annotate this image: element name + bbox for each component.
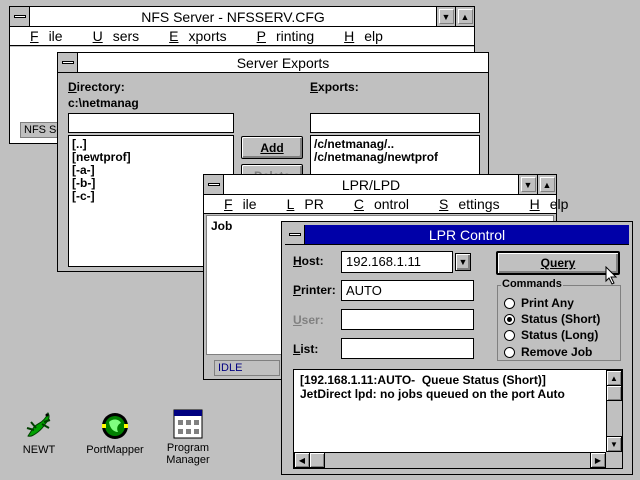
system-menu-icon[interactable] [10, 7, 30, 26]
program-manager-icon [173, 409, 203, 439]
scroll-left-button[interactable]: ◀ [294, 452, 310, 468]
menu-lpr[interactable]: L PR [277, 196, 324, 212]
radio-remove-job-label: Remove Job [521, 345, 593, 359]
desktop-icon-label: PortMapper [86, 444, 144, 456]
menu-file[interactable]: File [214, 196, 257, 212]
lpr-status-bar: IDLE [214, 360, 280, 376]
menu-users[interactable]: Users [83, 28, 140, 44]
scroll-thumb-horizontal[interactable] [309, 452, 325, 468]
radio-circle [504, 297, 515, 309]
nfs-server-titlebar[interactable]: NFS Server - NFSSERV.CFG ▼ ▲ [10, 7, 474, 27]
menu-control[interactable]: Control [344, 196, 409, 212]
server-exports-titlebar[interactable]: Server Exports [58, 53, 488, 73]
radio-circle [504, 329, 515, 341]
host-dropdown-button[interactable]: ▼ [455, 253, 471, 271]
directory-input[interactable] [68, 113, 234, 133]
minimize-button[interactable]: ▼ [436, 7, 455, 26]
exports-label: Exports: [310, 80, 359, 94]
radio-print-any-label: Print Any [521, 296, 574, 310]
menu-settings[interactable]: Settings [429, 196, 500, 212]
menu-exports[interactable]: Exports [159, 28, 226, 44]
output-line: JetDirect lpd: no jobs queued on the por… [300, 387, 565, 401]
printer-label: Printer: [293, 283, 336, 297]
menu-file[interactable]: File [20, 28, 63, 44]
desktop-icon-portmapper[interactable]: PortMapper [80, 410, 150, 456]
output-textbox[interactable]: [192.168.1.11:AUTO- Queue Status (Short)… [293, 369, 623, 469]
scrollbar-corner [606, 452, 622, 468]
user-input[interactable] [341, 309, 474, 330]
nfs-server-title: NFS Server - NFSSERV.CFG [141, 8, 325, 25]
portmapper-icon [102, 413, 128, 439]
exports-input[interactable] [310, 113, 480, 133]
radio-status-short[interactable]: Status (Short) [504, 312, 600, 326]
radio-status-long[interactable]: Status (Long) [504, 328, 598, 342]
maximize-arrow-icon: ▲ [457, 9, 473, 24]
desktop-icon-program-manager[interactable]: Program Manager [153, 408, 223, 466]
radio-status-short-label: Status (Short) [521, 312, 601, 326]
chevron-down-icon: ▼ [458, 257, 468, 267]
list-input[interactable] [341, 338, 474, 359]
host-combobox[interactable]: 192.168.1.11 [341, 251, 453, 273]
radio-status-long-label: Status (Long) [521, 328, 599, 342]
maximize-arrow-icon: ▲ [539, 177, 555, 192]
server-exports-title: Server Exports [236, 54, 330, 71]
export-item[interactable]: /c/netmanag/newtprof [314, 151, 476, 164]
scroll-up-button[interactable]: ▲ [606, 370, 622, 386]
desktop-icon-label: NEWT [22, 444, 56, 456]
vertical-scrollbar[interactable]: ▲ ▼ [606, 370, 622, 452]
radio-circle-selected [504, 313, 515, 325]
newt-lizard-icon [26, 411, 51, 437]
lpr-lpd-titlebar[interactable]: LPR/LPD ▼ ▲ [204, 175, 556, 195]
scroll-thumb[interactable] [606, 385, 622, 401]
menu-help[interactable]: Help [334, 28, 383, 44]
radio-remove-job[interactable]: Remove Job [504, 345, 592, 359]
lpr-control-titlebar[interactable]: LPR Control [285, 225, 629, 245]
menu-help[interactable]: Help [520, 196, 569, 212]
desktop-icon-newt[interactable]: NEWT [4, 408, 74, 456]
list-label: List: [293, 342, 319, 356]
query-button-label: Query [540, 256, 576, 270]
printer-input[interactable]: AUTO [341, 280, 474, 301]
radio-print-any[interactable]: Print Any [504, 296, 574, 310]
commands-groupbox: Commands Print Any Status (Short) Status… [497, 278, 621, 361]
scroll-right-button[interactable]: ▶ [590, 452, 606, 468]
mouse-cursor-icon [605, 266, 618, 285]
minimize-arrow-icon: ▼ [520, 177, 536, 192]
add-button-label: Add [260, 140, 284, 155]
radio-circle [504, 346, 515, 358]
horizontal-scrollbar[interactable]: ◀ ▶ [294, 452, 606, 468]
system-menu-icon[interactable] [204, 175, 224, 194]
system-menu-icon[interactable] [58, 53, 78, 72]
lpr-control-title: LPR Control [428, 226, 506, 243]
lpr-control-window: LPR Control Host: 192.168.1.11 ▼ Printer… [281, 221, 633, 475]
user-label: User: [293, 313, 324, 327]
scroll-down-button[interactable]: ▼ [606, 436, 622, 452]
maximize-button[interactable]: ▲ [455, 7, 474, 26]
minimize-button[interactable]: ▼ [518, 175, 537, 194]
query-button[interactable]: Query [496, 251, 620, 275]
menu-printing[interactable]: Printing [247, 28, 314, 44]
minimize-arrow-icon: ▼ [438, 9, 454, 24]
desktop: { "nfs": { "title": "NFS Server - NFSSER… [0, 0, 640, 480]
host-label: Host: [293, 254, 324, 268]
nfs-menubar: File Users Exports Printing Help [10, 27, 474, 46]
system-menu-icon[interactable] [285, 225, 305, 244]
desktop-icon-label: Program Manager [166, 442, 210, 466]
maximize-button[interactable]: ▲ [537, 175, 556, 194]
commands-label: Commands [501, 278, 563, 290]
directory-label: Directory: [68, 80, 125, 94]
lpr-lpd-title: LPR/LPD [341, 176, 401, 193]
directory-path: c:\netmanag [68, 96, 139, 110]
lpr-menubar: File L PR Control Settings Help [204, 195, 568, 214]
directory-item[interactable]: [newtprof] [72, 151, 230, 164]
output-line: [192.168.1.11:AUTO- Queue Status (Short)… [300, 373, 546, 387]
add-button[interactable]: Add [241, 136, 303, 159]
job-column-header: Job [211, 219, 233, 233]
